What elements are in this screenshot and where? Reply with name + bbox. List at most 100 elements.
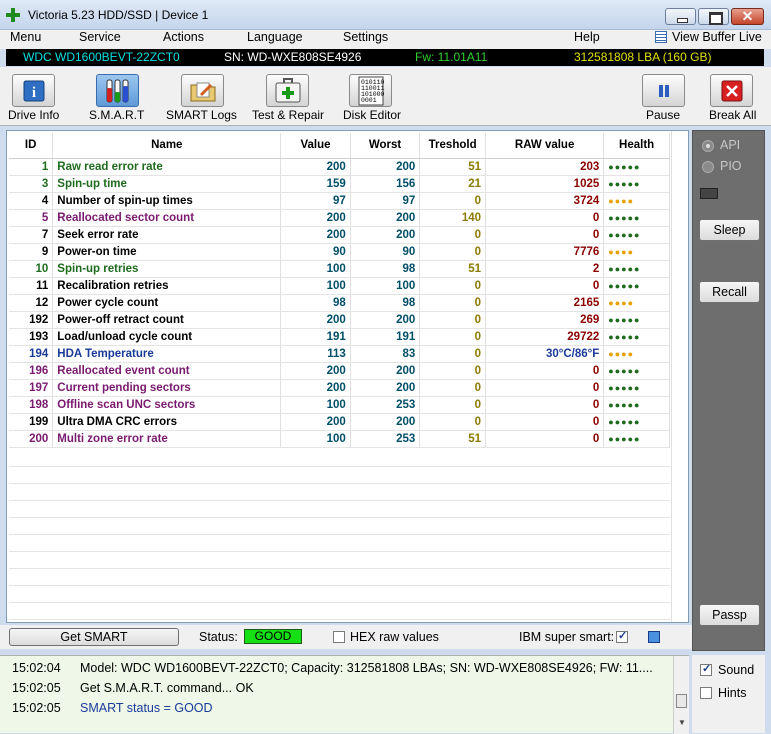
row-value: 200 <box>280 379 351 397</box>
table-row[interactable]: 11 Recalibration retries 100 100 0 0 ●●●●● <box>9 277 670 295</box>
row-worst: 90 <box>350 243 421 261</box>
table-row[interactable]: 194 HDA Temperature 113 83 0 30°C/86°F ●●●● <box>9 345 670 363</box>
disk-editor-button[interactable]: 010110 110011 101000 0001 Disk Editor <box>342 67 404 125</box>
row-name: Offline scan UNC sectors <box>52 396 282 414</box>
empty-row <box>9 484 670 501</box>
empty-row <box>9 501 670 518</box>
smart-button[interactable]: S.M.A.R.T <box>86 67 150 125</box>
row-value: 100 <box>280 396 351 414</box>
col-header-worst[interactable]: Worst <box>350 133 421 159</box>
table-row[interactable]: 10 Spin-up retries 100 98 51 2 ●●●●● <box>9 260 670 278</box>
menu-view-buffer[interactable]: View Buffer Live <box>672 30 762 44</box>
menu-service[interactable]: Service <box>79 30 121 44</box>
table-row[interactable]: 3 Spin-up time 159 156 21 1025 ●●●●● <box>9 175 670 193</box>
break-all-icon <box>710 74 753 107</box>
menu-menu[interactable]: Menu <box>10 30 41 44</box>
recall-button[interactable]: Recall <box>699 281 760 303</box>
table-row[interactable]: 193 Load/unload cycle count 191 191 0 29722 ●●… <box>9 328 670 346</box>
col-header-treshold[interactable]: Treshold <box>419 133 487 159</box>
device-info-bar: WDC WD1600BEVT-22ZCT0 SN: WD-WXE808SE492… <box>6 49 764 66</box>
sound-checkbox[interactable] <box>700 662 712 676</box>
menu-actions[interactable]: Actions <box>163 30 204 44</box>
smart-logs-button[interactable]: SMART Logs <box>166 67 238 125</box>
device-capacity: 312581808 LBA (160 GB) <box>574 50 712 64</box>
toolbar: i Drive Info S.M.A.R.T SMART Logs Test &… <box>0 67 771 126</box>
log-scroll-thumb[interactable] <box>676 694 687 708</box>
row-name: Spin-up time <box>52 175 282 193</box>
table-row[interactable]: 1 Raw read error rate 200 200 51 203 ●●●●● <box>9 158 670 176</box>
row-treshold: 0 <box>419 243 487 261</box>
pause-button[interactable]: Pause <box>642 67 690 125</box>
menu-language[interactable]: Language <box>247 30 303 44</box>
window-title: Victoria 5.23 HDD/SSD | Device 1 <box>28 8 209 22</box>
svg-text:0001: 0001 <box>361 97 377 104</box>
table-row[interactable]: 12 Power cycle count 98 98 0 2165 ●●●● <box>9 294 670 312</box>
sleep-button[interactable]: Sleep <box>699 219 760 241</box>
app-cross-icon <box>6 8 20 22</box>
row-name: Power-off retract count <box>52 311 282 329</box>
table-row[interactable]: 7 Seek error rate 200 200 0 0 ●●●●● <box>9 226 670 244</box>
api-radio[interactable] <box>702 140 714 152</box>
table-row[interactable]: 197 Current pending sectors 200 200 0 0 ●●●●● <box>9 379 670 397</box>
hex-raw-checkbox[interactable] <box>333 631 345 643</box>
row-worst: 200 <box>350 209 421 227</box>
row-id: 12 <box>9 294 54 312</box>
col-header-name[interactable]: Name <box>52 133 282 159</box>
close-icon: ✕ <box>741 8 754 24</box>
color-indicator[interactable] <box>648 631 660 643</box>
row-health: ●●●●● <box>603 396 670 414</box>
menu-settings[interactable]: Settings <box>343 30 388 44</box>
disk-editor-label: Disk Editor <box>343 108 402 122</box>
test-repair-label: Test & Repair <box>252 108 325 122</box>
table-scrollbar[interactable] <box>671 131 688 622</box>
side-panel: API PIO Sleep Recall Passp <box>692 130 765 651</box>
table-row[interactable]: 196 Reallocated event count 200 200 0 0 ●●●●● <box>9 362 670 380</box>
scroll-down-icon[interactable]: ▼ <box>678 718 686 727</box>
row-value: 200 <box>280 209 351 227</box>
row-worst: 200 <box>350 379 421 397</box>
break-all-button[interactable]: Break All <box>708 67 764 125</box>
hex-raw-label: HEX raw values <box>350 630 439 644</box>
row-name: Recalibration retries <box>52 277 282 295</box>
table-row[interactable]: 4 Number of spin-up times 97 97 0 3724 ●●●● <box>9 192 670 210</box>
row-id: 196 <box>9 362 54 380</box>
pio-radio[interactable] <box>702 161 714 173</box>
table-row[interactable]: 199 Ultra DMA CRC errors 200 200 0 0 ●●●●● <box>9 413 670 431</box>
drive-info-button[interactable]: i Drive Info <box>0 67 70 125</box>
row-name: Seek error rate <box>52 226 282 244</box>
table-row[interactable]: 198 Offline scan UNC sectors 100 253 0 0 ●●●●● <box>9 396 670 414</box>
col-header-value[interactable]: Value <box>280 133 351 159</box>
minimize-button[interactable] <box>665 8 696 25</box>
log-panel: 15:02:04 Model: WDC WD1600BEVT-22ZCT0; C… <box>0 655 689 734</box>
title-bar: Victoria 5.23 HDD/SSD | Device 1 ✕ <box>0 0 771 30</box>
row-health: ●●●●● <box>603 413 670 431</box>
test-repair-button[interactable]: Test & Repair <box>250 67 330 125</box>
maximize-button[interactable] <box>698 8 729 25</box>
passp-button[interactable]: Passp <box>699 604 760 626</box>
table-row[interactable]: 5 Reallocated sector count 200 200 140 0 ●●●●● <box>9 209 670 227</box>
col-header-raw[interactable]: RAW value <box>485 133 605 159</box>
table-row[interactable]: 200 Multi zone error rate 100 253 51 0 ●●●●● <box>9 430 670 448</box>
table-row[interactable]: 192 Power-off retract count 200 200 0 269 ●●●●… <box>9 311 670 329</box>
get-smart-button[interactable]: Get SMART <box>9 628 179 646</box>
col-header-health[interactable]: Health <box>603 133 670 159</box>
table-row[interactable]: 9 Power-on time 90 90 0 7776 ●●●● <box>9 243 670 261</box>
row-id: 197 <box>9 379 54 397</box>
row-worst: 98 <box>350 294 421 312</box>
row-raw-value: 0 <box>485 413 605 431</box>
row-treshold: 0 <box>419 362 487 380</box>
menu-help[interactable]: Help <box>574 30 600 44</box>
close-button[interactable]: ✕ <box>731 8 764 25</box>
smart-table-panel: ID Name Value Worst Treshold RAW value H… <box>6 130 689 623</box>
log-scrollbar[interactable]: ▼ <box>673 656 689 734</box>
ibm-smart-checkbox[interactable] <box>616 629 628 643</box>
hints-checkbox[interactable] <box>700 687 712 699</box>
row-id: 199 <box>9 413 54 431</box>
row-raw-value: 0 <box>485 226 605 244</box>
col-header-id[interactable]: ID <box>9 133 54 159</box>
row-treshold: 0 <box>419 396 487 414</box>
svg-text:i: i <box>31 85 35 101</box>
row-treshold: 0 <box>419 226 487 244</box>
row-raw-value: 0 <box>485 277 605 295</box>
row-treshold: 0 <box>419 379 487 397</box>
